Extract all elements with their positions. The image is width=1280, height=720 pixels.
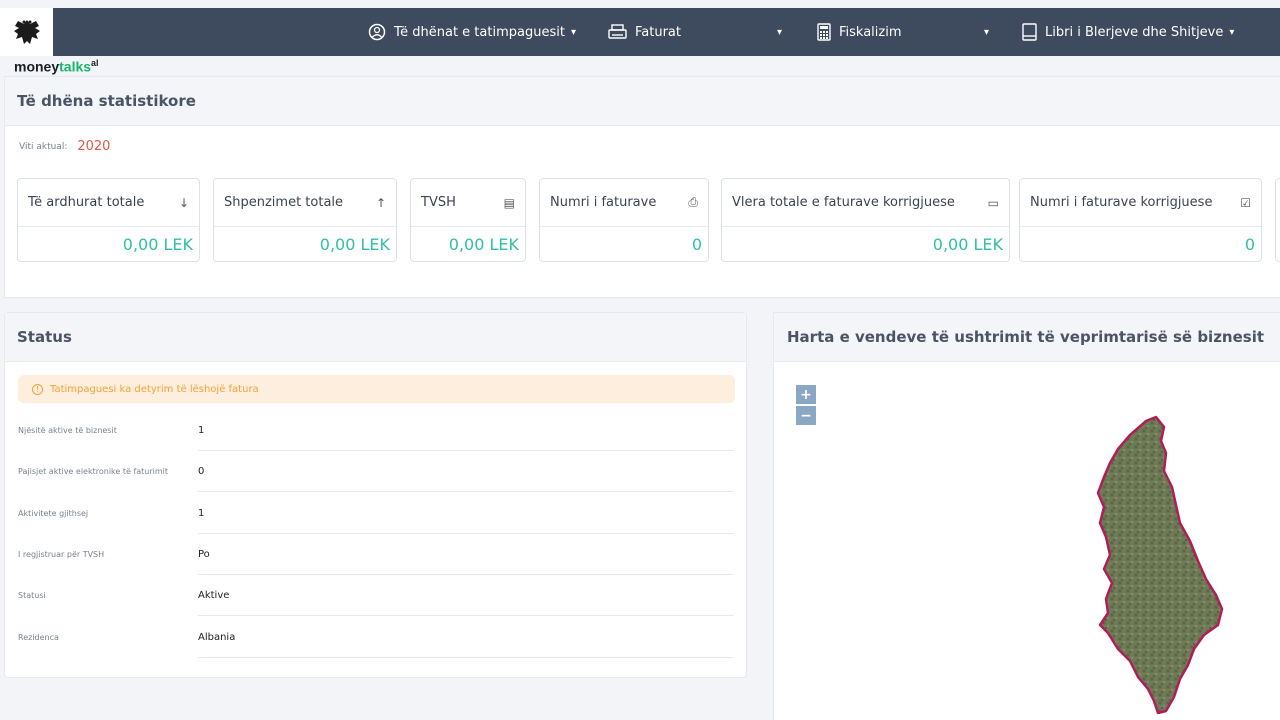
arrow-down-icon: ↓ [178,195,189,210]
nav-taxpayer-data[interactable]: Të dhënat e tatimpaguesit ▾ [368,8,576,56]
stat-total-income[interactable]: Të ardhurat totale ↓ 0,00 LEK [17,178,200,262]
money-icon: ▭ [987,195,999,210]
stat-vat[interactable]: TVSH ▤ 0,00 LEK [410,178,526,262]
stat-value: 0 [691,235,702,254]
status-row-label: Rezidenca [18,633,59,642]
status-row-label: Pajisjet aktive elektronike të faturimit [18,467,169,476]
nav-fiscalization-label: Fiskalizim [839,24,902,40]
status-card: Status ! Tatimpaguesi ka detyrim të lësh… [4,312,747,678]
status-row-label: Njësitë aktive të biznesit [18,426,117,435]
alert-text: Tatimpaguesi ka detyrim të lëshojë fatur… [50,383,259,395]
status-row: Aktivitete gjithsej 1 [18,493,734,534]
status-row-value: 0 [198,451,734,492]
stat-invoice-count[interactable]: Numri i faturave ⎙ 0 [539,178,709,262]
chevron-down-icon: ▾ [570,26,576,38]
status-row-label: I regjistruar për TVSH [18,550,105,559]
printer-icon: ⎙ [688,195,698,209]
current-year-row: Viti aktual: 2020 [19,139,110,154]
stat-label: Numri i faturave [550,195,657,210]
nav-purchase-sales-book[interactable]: Libri i Blerjeve dhe Shitjeve ▾ [1022,8,1234,56]
status-row-value: Aktive [198,575,734,616]
stat-label: Numri i faturave korrigjuese [1030,195,1213,210]
nav-invoices-label: Faturat [635,24,681,40]
chevron-down-icon: ▾ [1229,26,1235,38]
stat-value: 0,00 LEK [122,235,193,254]
brand-part2: talks [59,58,92,75]
statistics-title: Të dhëna statistikore [5,77,1280,126]
nav-taxpayer-label: Të dhënat e tatimpaguesit [394,24,565,40]
stat-value: 0 [1244,235,1255,254]
stat-corrective-invoices-value[interactable]: Vlera totale e faturave korrigjuese ▭ 0,0… [721,178,1010,262]
stat-corrective-invoices-count[interactable]: Numri i faturave korrigjuese ☑ 0 [1019,178,1262,262]
status-row: Statusi Aktive [18,575,734,616]
status-row: Njësitë aktive të biznesit 1 [18,410,734,451]
status-title: Status [5,313,746,362]
stat-label: Shpenzimet totale [224,195,344,210]
brand-part1: money [14,58,60,75]
info-icon: ! [32,383,43,395]
stat-label: Të ardhurat totale [28,195,145,210]
stat-card-partial[interactable] [1275,178,1280,262]
stat-value: 0,00 LEK [319,235,390,254]
zoom-in-button[interactable]: + [796,385,816,404]
top-navbar: Të dhënat e tatimpaguesit ▾ Faturat ▾ Fi… [0,8,1280,56]
current-year-value: 2020 [77,139,111,154]
calculator-icon [817,23,831,41]
albania-eagle-logo[interactable] [0,8,53,56]
status-row-label: Aktivitete gjithsej [18,509,89,518]
printer-icon [608,24,627,39]
calculator-icon: ▤ [503,195,515,210]
clipboard-icon: ☑ [1240,195,1251,210]
nav-book-label: Libri i Blerjeve dhe Shitjeve [1045,24,1224,40]
nav-fiscalization[interactable]: Fiskalizim [817,8,902,56]
map-title: Harta e vendeve të ushtrimit të veprimta… [774,313,1280,362]
status-row: I regjistruar për TVSH Po [18,534,734,575]
invoice-obligation-alert: ! Tatimpaguesi ka detyrim të lëshojë fat… [18,375,735,403]
status-row-value: 1 [198,410,734,451]
stat-label: Vlera totale e faturave korrigjuese [732,195,955,210]
status-row-value: 1 [198,493,734,534]
status-row: Rezidenca Albania [18,617,734,658]
stat-total-expenses[interactable]: Shpenzimet totale ↑ 0,00 LEK [213,178,397,262]
chevron-down-icon[interactable]: ▾ [777,8,782,56]
stat-value: 0,00 LEK [932,235,1003,254]
zoom-out-button[interactable]: − [796,406,816,425]
chevron-down-icon[interactable]: ▾ [984,8,989,56]
status-row-value: Po [198,534,734,575]
user-circle-icon [368,23,386,41]
status-row-label: Statusi [18,591,46,600]
arrow-up-icon: ↑ [375,195,386,210]
albania-map-shape[interactable] [1094,413,1244,718]
moneytalks-logo: moneytalksal [14,58,99,75]
brand-sup: al [91,58,99,68]
status-row: Pajisjet aktive elektronike të faturimit… [18,451,734,492]
current-year-label: Viti aktual: [19,141,68,152]
book-icon [1022,23,1037,41]
nav-invoices[interactable]: Faturat [608,8,681,56]
business-locations-map-card: Harta e vendeve të ushtrimit të veprimta… [773,312,1280,720]
stat-value: 0,00 LEK [448,235,519,254]
stat-label: TVSH [421,195,456,210]
status-row-value: Albania [198,617,734,658]
